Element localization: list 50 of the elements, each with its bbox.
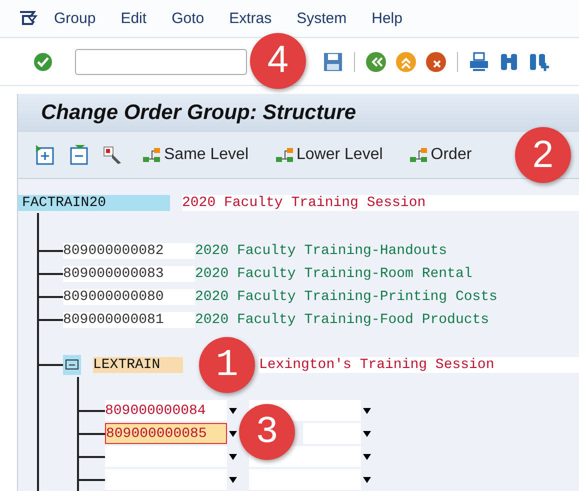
expand-all-icon[interactable] — [34, 144, 56, 166]
menu-item[interactable]: Edit — [120, 10, 147, 28]
dropdown-icon[interactable] — [227, 476, 239, 482]
group-name[interactable]: LEXTRAIN — [93, 357, 183, 373]
menu-item[interactable]: Extras — [229, 10, 272, 28]
group-name[interactable]: FACTRAIN20 — [18, 195, 170, 211]
menu-item[interactable]: Group — [54, 10, 96, 28]
command-field[interactable] — [75, 48, 247, 75]
callout-badge: 4 — [250, 32, 306, 89]
dropdown-icon[interactable] — [227, 408, 239, 414]
order-description: 2020 Faculty Training-Food Products — [195, 312, 490, 328]
collapse-all-icon[interactable] — [68, 144, 90, 166]
order-description: 2020 Faculty Training-Printing Costs — [195, 288, 498, 304]
order-description: 2020 Faculty Training-Handouts — [195, 242, 448, 258]
order-field[interactable] — [105, 446, 227, 467]
callout-badge: 2 — [515, 127, 571, 183]
order-number[interactable]: 809000000080 — [63, 288, 195, 304]
hierarchy-icon — [408, 147, 429, 163]
dropdown-icon[interactable] — [361, 454, 373, 460]
hierarchy-icon — [274, 147, 294, 163]
screen-title: Change Order Group: Structure — [41, 101, 356, 125]
order-field[interactable]: 809000000084 — [105, 400, 227, 421]
group-description: Lexington's Training Session — [259, 357, 579, 373]
enter-icon[interactable] — [33, 52, 53, 72]
dropdown-icon[interactable] — [227, 430, 239, 436]
print-icon[interactable] — [468, 50, 490, 73]
save-icon[interactable] — [322, 50, 344, 73]
dropdown-icon[interactable] — [361, 408, 373, 414]
select-icon[interactable] — [102, 144, 124, 166]
order-number[interactable]: 809000000083 — [63, 266, 195, 282]
callout-badge: 1 — [199, 337, 255, 393]
toolbar-button[interactable]: Same Level — [136, 146, 256, 164]
order-field[interactable]: 809000000085 — [105, 423, 227, 444]
order-number[interactable]: 809000000081 — [63, 312, 195, 328]
order-number[interactable]: 809000000082 — [63, 242, 195, 258]
dropdown-icon[interactable] — [361, 430, 373, 436]
dropdown-icon[interactable] — [361, 476, 373, 482]
toolbar-button[interactable]: Lower Level — [268, 146, 391, 164]
back-icon[interactable] — [365, 50, 387, 73]
menu-item[interactable]: Goto — [172, 10, 204, 28]
order-description: 2020 Faculty Training-Room Rental — [195, 266, 472, 282]
dropdown-icon[interactable] — [227, 454, 239, 460]
group-description: 2020 Faculty Training Session — [182, 195, 579, 211]
menu-item[interactable]: Help — [372, 10, 402, 28]
menu-icon[interactable] — [18, 10, 40, 28]
cancel-icon[interactable] — [425, 50, 447, 73]
order-field[interactable] — [105, 469, 227, 490]
menu-item[interactable]: System — [296, 10, 347, 28]
hierarchy-icon — [142, 147, 162, 163]
toolbar-button[interactable]: Order — [402, 146, 480, 164]
